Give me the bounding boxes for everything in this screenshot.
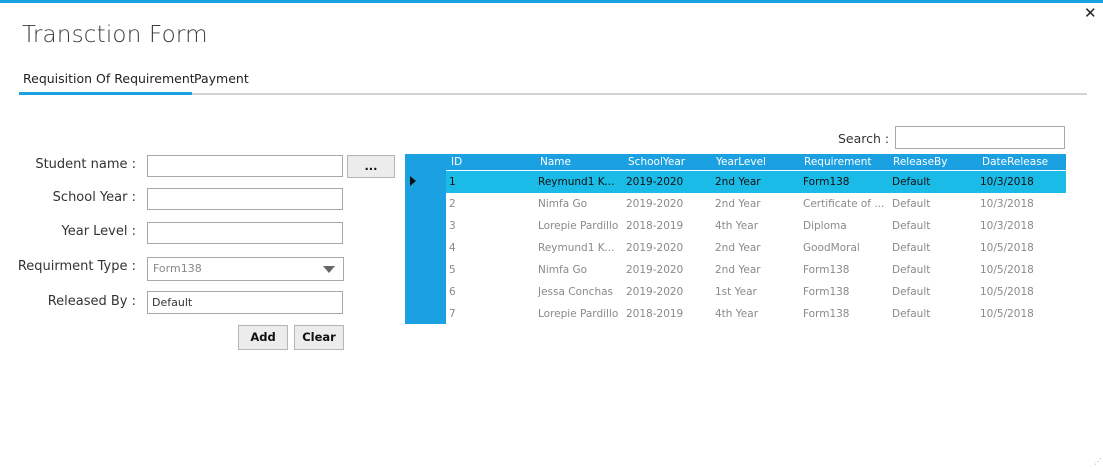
- resize-grip-icon[interactable]: ⋰: [1094, 457, 1102, 466]
- close-button[interactable]: ✕: [1084, 5, 1097, 21]
- table-cell-daterelease: 10/3/2018: [980, 220, 1034, 232]
- column-header-yearlevel[interactable]: YearLevel: [716, 154, 766, 170]
- table-cell-name: Reymund1 Ku...: [538, 176, 620, 188]
- table-cell-requirement: Certificate of ...: [803, 198, 885, 210]
- table-cell-name: Reymund1 Ku...: [538, 242, 620, 254]
- chevron-down-icon: [323, 266, 335, 273]
- table-row[interactable]: 3 Lorepie Pardillo 2018-2019 4th Year Diplom…: [446, 215, 1066, 237]
- table-row[interactable]: 6 Jessa Conchas 2019-2020 1st Year Form138 De…: [446, 281, 1066, 303]
- search-input[interactable]: [895, 126, 1065, 149]
- student-name-label: Student name :: [35, 157, 136, 172]
- year-level-input[interactable]: [147, 222, 343, 244]
- requirement-type-label: Requirment Type :: [17, 259, 136, 274]
- released-by-label: Released By :: [47, 294, 136, 309]
- table-header-row: ID Name SchoolYear YearLevel Requirement…: [405, 154, 1066, 170]
- window-title: Transction Form: [22, 22, 208, 48]
- table-cell-schoolyear: 2019-2020: [626, 176, 684, 188]
- released-by-input[interactable]: [147, 291, 343, 314]
- table-cell-yearlevel: 2nd Year: [715, 176, 761, 188]
- table-cell-daterelease: 10/5/2018: [980, 308, 1034, 320]
- column-header-name[interactable]: Name: [540, 154, 571, 170]
- year-level-label: Year Level :: [61, 224, 136, 239]
- table-cell-name: Nimfa Go: [538, 198, 588, 210]
- table-cell-yearlevel: 2nd Year: [715, 242, 761, 254]
- clear-button[interactable]: Clear: [294, 325, 344, 350]
- table-cell-yearlevel: 4th Year: [715, 220, 759, 232]
- school-year-label: School Year :: [52, 190, 136, 205]
- table-cell-name: Nimfa Go: [538, 264, 588, 276]
- table-row[interactable]: 1 Reymund1 Ku... 2019-2020 2nd Year Form138 D…: [446, 171, 1066, 193]
- requirement-type-value: Form138: [153, 262, 202, 275]
- requirement-type-select[interactable]: Form138: [147, 257, 344, 281]
- active-tab-indicator: [19, 92, 192, 95]
- table-cell-daterelease: 10/5/2018: [980, 286, 1034, 298]
- table-cell-daterelease: 10/5/2018: [980, 242, 1034, 254]
- selected-row-indicator-icon: [410, 176, 416, 186]
- table-cell-yearlevel: 1st Year: [715, 286, 757, 298]
- table-cell-requirement: Form138: [803, 308, 850, 320]
- table-cell-releaseby: Default: [892, 308, 931, 320]
- table-row[interactable]: 7 Lorepie Pardillo 2018-2019 4th Year Form13…: [446, 303, 1066, 325]
- table-cell-releaseby: Default: [892, 264, 931, 276]
- table-cell-schoolyear: 2019-2020: [626, 286, 684, 298]
- table-row[interactable]: 2 Nimfa Go 2019-2020 2nd Year Certificate of…: [446, 193, 1066, 215]
- table-cell-releaseby: Default: [892, 220, 931, 232]
- table-cell-releaseby: Default: [892, 286, 931, 298]
- table-cell-yearlevel: 4th Year: [715, 308, 759, 320]
- table-cell-name: Lorepie Pardillo: [538, 220, 619, 232]
- table-cell-name: Jessa Conchas: [538, 286, 614, 298]
- column-header-daterelease[interactable]: DateRelease: [982, 154, 1048, 170]
- table-cell-id: 4: [449, 242, 456, 254]
- table-cell-yearlevel: 2nd Year: [715, 264, 761, 276]
- table-cell-daterelease: 10/3/2018: [980, 198, 1034, 210]
- window-top-accent: [0, 0, 1103, 3]
- column-header-id[interactable]: ID: [451, 154, 462, 170]
- table-cell-daterelease: 10/3/2018: [980, 176, 1034, 188]
- search-label: Search :: [838, 131, 890, 146]
- school-year-input[interactable]: [147, 188, 343, 210]
- requirements-table: ID Name SchoolYear YearLevel Requirement…: [405, 154, 1066, 324]
- table-cell-requirement: GoodMoral: [803, 242, 860, 254]
- browse-student-button[interactable]: ...: [347, 155, 395, 178]
- tab-payment[interactable]: Payment: [194, 71, 249, 86]
- column-header-requirement[interactable]: Requirement: [804, 154, 872, 170]
- table-cell-schoolyear: 2019-2020: [626, 198, 684, 210]
- table-row[interactable]: 4 Reymund1 Ku... 2019-2020 2nd Year GoodMora…: [446, 237, 1066, 259]
- table-cell-releaseby: Default: [892, 242, 931, 254]
- table-cell-name: Lorepie Pardillo: [538, 308, 619, 320]
- table-cell-releaseby: Default: [892, 198, 931, 210]
- table-cell-requirement: Form138: [803, 264, 850, 276]
- table-cell-schoolyear: 2019-2020: [626, 242, 684, 254]
- table-cell-yearlevel: 2nd Year: [715, 198, 761, 210]
- table-cell-schoolyear: 2018-2019: [626, 308, 684, 320]
- table-cell-requirement: Form138: [803, 176, 850, 188]
- table-cell-daterelease: 10/5/2018: [980, 264, 1034, 276]
- tab-requisition[interactable]: Requisition Of Requirement: [23, 71, 195, 86]
- column-header-schoolyear[interactable]: SchoolYear: [628, 154, 685, 170]
- table-row[interactable]: 5 Nimfa Go 2019-2020 2nd Year Form138 Default…: [446, 259, 1066, 281]
- column-header-releaseby[interactable]: ReleaseBy: [893, 154, 947, 170]
- table-cell-schoolyear: 2019-2020: [626, 264, 684, 276]
- add-button[interactable]: Add: [238, 325, 288, 350]
- table-cell-id: 5: [449, 264, 456, 276]
- table-cell-requirement: Diploma: [803, 220, 847, 232]
- table-cell-releaseby: Default: [892, 176, 931, 188]
- table-cell-requirement: Form138: [803, 286, 850, 298]
- table-cell-id: 2: [449, 198, 456, 210]
- table-cell-id: 1: [449, 176, 456, 188]
- table-cell-id: 7: [449, 308, 456, 320]
- table-cell-id: 3: [449, 220, 456, 232]
- table-cell-id: 6: [449, 286, 456, 298]
- table-cell-schoolyear: 2018-2019: [626, 220, 684, 232]
- student-name-input[interactable]: [147, 155, 343, 177]
